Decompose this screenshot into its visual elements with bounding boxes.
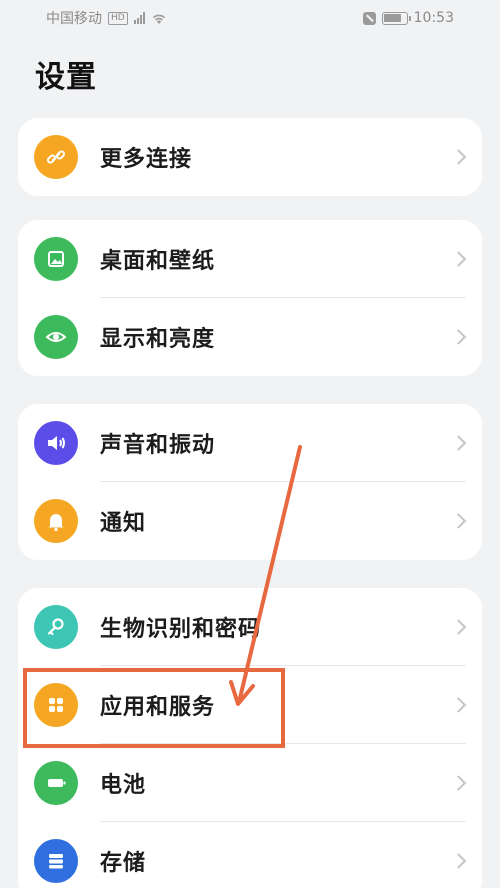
chevron-right-icon <box>450 775 467 791</box>
bell-icon <box>34 499 78 543</box>
carrier-name: 中国移动 <box>46 11 102 27</box>
settings-item-more-connections[interactable]: 更多连接 <box>18 118 482 196</box>
chevron-right-icon <box>450 329 467 345</box>
settings-group-connections: 更多连接 <box>18 118 482 196</box>
chevron-right-icon <box>450 149 467 165</box>
chevron-right-icon <box>450 619 467 635</box>
battery-settings-icon <box>34 761 78 805</box>
settings-item-sound-vibration[interactable]: 声音和振动 <box>18 404 482 482</box>
settings-group-security-apps: 生物识别和密码 应用和服务 电池 存储 <box>18 588 482 888</box>
speaker-icon <box>34 421 78 465</box>
settings-item-notifications[interactable]: 通知 <box>18 482 482 560</box>
wallpaper-icon <box>34 237 78 281</box>
status-bar: 中国移动 HD 10:53 <box>0 0 500 36</box>
settings-item-label: 电池 <box>100 773 147 798</box>
chevron-right-icon <box>450 853 467 869</box>
chevron-right-icon <box>450 435 467 451</box>
wifi-icon <box>152 14 165 24</box>
status-right: 10:53 <box>362 10 454 26</box>
signal-icon <box>133 12 145 24</box>
chevron-right-icon <box>450 697 467 713</box>
chevron-right-icon <box>450 251 467 267</box>
status-left: 中国移动 HD <box>46 8 167 28</box>
settings-item-label: 通知 <box>100 511 147 536</box>
settings-item-display-brightness[interactable]: 显示和亮度 <box>18 298 482 376</box>
settings-item-label: 存储 <box>100 851 147 876</box>
settings-item-home-wallpaper[interactable]: 桌面和壁纸 <box>18 220 482 298</box>
battery-icon <box>381 11 411 25</box>
settings-item-label: 应用和服务 <box>100 695 216 720</box>
hd-badge: HD <box>108 11 128 25</box>
settings-item-label: 更多连接 <box>100 147 193 172</box>
eye-icon <box>34 315 78 359</box>
settings-item-label: 桌面和壁纸 <box>100 249 216 274</box>
settings-item-storage[interactable]: 存储 <box>18 822 482 888</box>
settings-group-display: 桌面和壁纸 显示和亮度 <box>18 220 482 376</box>
page-title: 设置 <box>35 60 97 95</box>
settings-item-apps-services[interactable]: 应用和服务 <box>18 666 482 744</box>
settings-item-label: 声音和振动 <box>100 433 216 458</box>
settings-item-label: 生物识别和密码 <box>100 617 262 642</box>
key-icon <box>34 605 78 649</box>
mute-icon <box>362 11 376 25</box>
settings-group-sound: 声音和振动 通知 <box>18 404 482 560</box>
settings-item-label: 显示和亮度 <box>100 327 216 352</box>
clock: 10:53 <box>413 10 454 26</box>
settings-item-battery[interactable]: 电池 <box>18 744 482 822</box>
storage-icon <box>34 839 78 883</box>
chevron-right-icon <box>450 513 467 529</box>
link-icon <box>34 135 78 179</box>
apps-icon <box>34 683 78 727</box>
settings-item-biometrics-password[interactable]: 生物识别和密码 <box>18 588 482 666</box>
